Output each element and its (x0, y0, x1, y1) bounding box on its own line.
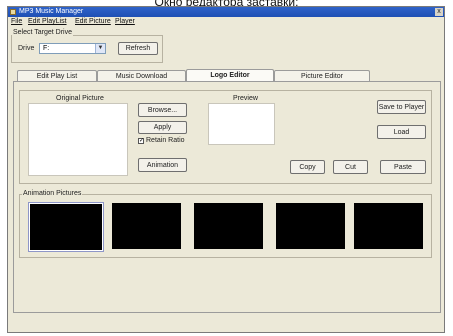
preview-label: Preview (233, 95, 258, 102)
save-to-player-button[interactable]: Save to Player (377, 100, 426, 114)
refresh-button[interactable]: Refresh (118, 42, 158, 55)
load-button[interactable]: Load (377, 125, 426, 139)
animation-frame-3[interactable] (194, 203, 263, 249)
window-title: MP3 Music Manager (19, 8, 84, 15)
browse-button[interactable]: Browse... (138, 103, 187, 117)
preview-box (208, 103, 275, 145)
chevron-down-icon[interactable]: ▼ (95, 44, 105, 53)
menu-bar: File Edit PlayList Edit Picture Player (8, 17, 444, 27)
original-picture-label: Original Picture (56, 95, 104, 102)
animation-frame-5[interactable] (354, 203, 423, 249)
target-drive-label: Select Target Drive (12, 29, 74, 37)
paste-button[interactable]: Paste (380, 160, 426, 174)
original-picture-box[interactable] (28, 103, 128, 176)
apply-button[interactable]: Apply (138, 121, 187, 134)
animation-frame-2[interactable] (112, 203, 181, 249)
animation-frame-1[interactable] (28, 202, 104, 252)
title-bar: MP3 Music Manager x (8, 7, 444, 17)
retain-ratio-label: Retain Ratio (146, 137, 185, 144)
logo-editor-panel: Original Picture Browse... Apply ✓ Retai… (13, 81, 441, 313)
animation-pictures-label: Animation Pictures (22, 190, 83, 198)
close-icon[interactable]: x (435, 8, 443, 16)
app-window: MP3 Music Manager x File Edit PlayList E… (7, 6, 445, 333)
copy-button[interactable]: Copy (290, 160, 325, 174)
menu-player[interactable]: Player (115, 17, 135, 27)
cut-button[interactable]: Cut (333, 160, 368, 174)
drive-label: Drive (18, 45, 35, 52)
drive-value: F: (43, 45, 50, 52)
app-icon (10, 9, 16, 15)
menu-file[interactable]: File (11, 17, 22, 27)
animation-button[interactable]: Animation (138, 158, 187, 172)
menu-edit-picture[interactable]: Edit Picture (75, 17, 111, 27)
menu-edit-playlist[interactable]: Edit PlayList (28, 17, 67, 27)
animation-frame-4[interactable] (276, 203, 345, 249)
retain-ratio-checkbox[interactable]: ✓ (138, 138, 144, 144)
drive-select[interactable]: F: ▼ (39, 43, 106, 54)
